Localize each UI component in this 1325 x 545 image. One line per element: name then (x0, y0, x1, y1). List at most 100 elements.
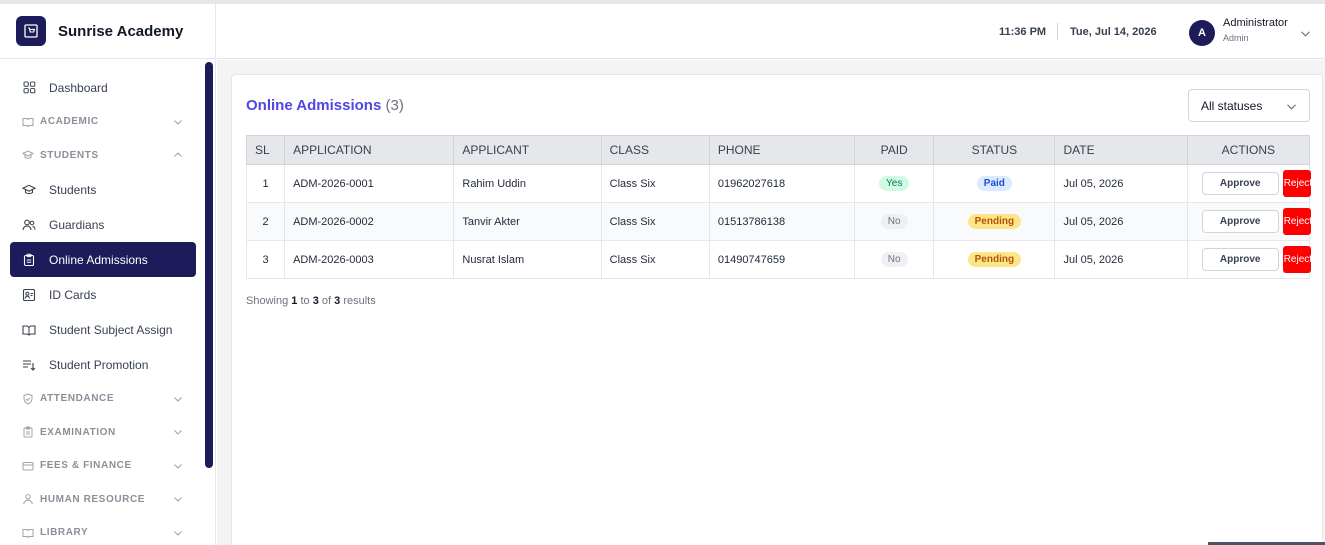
cell-applicant: Nusrat Islam (453, 240, 602, 279)
sidebar-item-label: ID Cards (49, 287, 97, 302)
approve-button[interactable]: Approve (1201, 210, 1279, 233)
section-attendance[interactable]: ATTENDANCE (0, 382, 205, 416)
col-phone: PHONE (708, 135, 856, 165)
cell-phone: 01513786138 (708, 202, 856, 241)
avatar[interactable]: A (1189, 20, 1215, 46)
col-actions: ACTIONS (1186, 135, 1311, 165)
grid-icon (22, 81, 36, 95)
header-date: Tue, Jul 14, 2026 (1070, 26, 1157, 38)
top-header: 11:36 PM Tue, Jul 14, 2026 A Administrat… (217, 4, 1325, 59)
brand[interactable]: Sunrise Academy (0, 4, 215, 59)
user-icon (22, 493, 34, 505)
col-class: CLASS (600, 135, 710, 165)
sidebar-item-id-cards[interactable]: ID Cards (0, 277, 205, 312)
user-name[interactable]: Administrator (1223, 17, 1288, 29)
cell-date: Jul 05, 2026 (1054, 202, 1188, 241)
sidebar-item-label: Student Subject Assign (49, 322, 173, 337)
status-filter-select[interactable]: All statuses (1188, 89, 1310, 122)
list-sort-icon (22, 358, 36, 372)
sidebar-item-online-admissions[interactable]: Online Admissions (10, 242, 196, 277)
table-row: 1 ADM-2026-0001 Rahim Uddin Class Six 01… (245, 164, 1311, 203)
page-title: Online Admissions (3) (246, 97, 404, 114)
sidebar-item-guardians[interactable]: Guardians (0, 207, 205, 242)
reject-button[interactable]: Reject (1282, 208, 1311, 235)
cell-application: ADM-2026-0002 (284, 202, 455, 241)
section-academic[interactable]: ACADEMIC (0, 105, 205, 139)
section-students[interactable]: STUDENTS (0, 139, 205, 173)
reject-button[interactable]: Reject (1282, 246, 1311, 273)
section-examination[interactable]: EXAMINATION (0, 416, 205, 450)
admissions-card: Online Admissions (3) All statuses SL AP… (231, 74, 1323, 545)
clipboard-icon (22, 426, 34, 438)
sidebar-nav: Dashboard ACADEMIC STUDENTS Students Gua… (0, 70, 205, 545)
cell-actions: Approve Reject (1186, 164, 1311, 203)
chevron-down-icon (174, 396, 182, 402)
section-label: LIBRARY (40, 527, 89, 539)
cell-sl: 1 (245, 164, 286, 203)
chevron-down-icon (174, 463, 182, 469)
shield-check-icon (22, 393, 34, 405)
col-sl: SL (245, 135, 286, 165)
cell-phone: 01490747659 (708, 240, 856, 279)
section-human-resource[interactable]: HUMAN RESOURCE (0, 483, 205, 517)
cell-class: Class Six (600, 164, 710, 203)
cell-actions: Approve Reject (1186, 202, 1311, 241)
cell-phone: 01962027618 (708, 164, 856, 203)
page-title-text: Online Admissions (246, 97, 382, 114)
clipboard-icon (22, 253, 36, 267)
section-label: FEES & FINANCE (40, 460, 132, 472)
header-time: 11:36 PM (999, 26, 1047, 38)
wallet-icon (22, 460, 34, 472)
sidebar-scrollbar[interactable] (205, 62, 213, 468)
cell-paid: Yes (854, 164, 935, 203)
main-content: Online Admissions (3) All statuses SL AP… (217, 60, 1325, 545)
summary-to-word: to (300, 295, 310, 307)
book-icon (22, 527, 34, 539)
open-book-icon (22, 323, 36, 337)
users-icon (22, 218, 36, 232)
graduation-cap-icon (22, 149, 34, 161)
cell-sl: 3 (245, 240, 286, 279)
section-fees-finance[interactable]: FEES & FINANCE (0, 449, 205, 483)
sidebar: Sunrise Academy Dashboard ACADEMIC STUDE… (0, 4, 216, 545)
cell-status: Paid (933, 164, 1056, 203)
chevron-down-icon (174, 430, 182, 436)
table-row: 2 ADM-2026-0002 Tanvir Akter Class Six 0… (245, 202, 1311, 241)
approve-button[interactable]: Approve (1201, 248, 1279, 271)
table-row: 3 ADM-2026-0003 Nusrat Islam Class Six 0… (245, 240, 1311, 279)
section-label: HUMAN RESOURCE (40, 493, 146, 505)
admissions-table: SL APPLICATION APPLICANT CLASS PHONE PAI… (245, 135, 1311, 279)
reject-button[interactable]: Reject (1282, 170, 1311, 197)
chevron-down-icon[interactable] (1300, 28, 1311, 39)
paid-badge: Yes (879, 176, 910, 191)
section-label: EXAMINATION (40, 426, 116, 438)
cell-paid: No (854, 202, 935, 241)
cell-applicant: Tanvir Akter (453, 202, 602, 241)
chevron-down-icon (174, 119, 182, 125)
section-library[interactable]: LIBRARY (0, 516, 205, 545)
sidebar-item-subject-assign[interactable]: Student Subject Assign (0, 312, 205, 347)
book-icon (22, 116, 34, 128)
summary-to: 3 (312, 295, 319, 307)
sidebar-item-label: Student Promotion (49, 357, 149, 372)
col-application: APPLICATION (284, 135, 455, 165)
sidebar-item-promotion[interactable]: Student Promotion (0, 347, 205, 382)
col-date: DATE (1054, 135, 1188, 165)
col-status: STATUS (933, 135, 1056, 165)
cell-status: Pending (933, 240, 1056, 279)
summary-of-word: of (321, 295, 332, 307)
sidebar-item-dashboard[interactable]: Dashboard (0, 70, 205, 105)
chevron-down-icon (1287, 104, 1296, 110)
cell-sl: 2 (245, 202, 286, 241)
summary-prefix: Showing (246, 295, 289, 307)
col-applicant: APPLICANT (453, 135, 602, 165)
cell-applicant: Rahim Uddin (453, 164, 602, 203)
sidebar-item-label: Guardians (49, 217, 105, 232)
sidebar-item-students[interactable]: Students (0, 172, 205, 207)
summary-from: 1 (291, 295, 298, 307)
section-label: STUDENTS (40, 149, 99, 161)
approve-button[interactable]: Approve (1201, 172, 1279, 195)
status-badge: Pending (967, 214, 1022, 229)
chevron-up-icon (174, 152, 182, 158)
cell-class: Class Six (600, 240, 710, 279)
